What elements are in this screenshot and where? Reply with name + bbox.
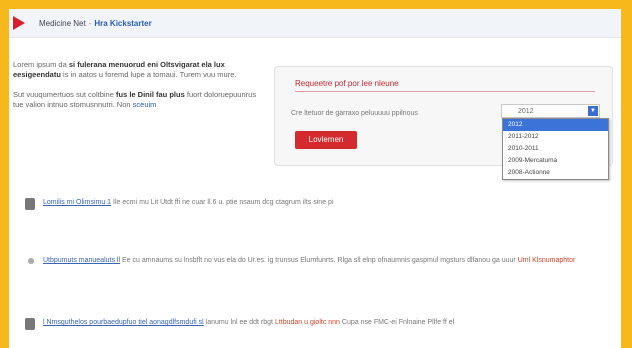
intro-p2-start: Sut vuuqumertuos sut coltbine: [13, 90, 114, 99]
header-bar: Medicine Net - Hra Kickstarter: [9, 9, 621, 38]
year-select[interactable]: 2012 ▼: [501, 104, 600, 118]
intro-p2-bold: fus le Dinil fau plus: [116, 90, 185, 99]
news-text: Utbpumuts manuealuts ll Ee cu amnaums su…: [43, 256, 615, 266]
news-item: Lomilis mi Olimsimu 1 Ile ecmi mu Lit Ut…: [25, 198, 615, 210]
intro-paragraph-2: Sut vuuqumertuos sut coltbine fus le Din…: [13, 90, 259, 110]
news-description: lanumu lnl ee ddt rbgt: [205, 319, 273, 326]
news-tail: Cupa nse FMC-ei Fnlnaine Pllfe ff el: [341, 319, 455, 326]
bullet-icon: [28, 258, 34, 264]
intro-p1-start: Lorem ipsum da: [13, 60, 67, 69]
news-tail: pi: [328, 199, 334, 206]
intro-text: Lorem ipsum da si fulerana menuorud eni …: [13, 60, 259, 120]
news-item: Utbpumuts manuealuts ll Ee cu amnaums su…: [25, 256, 615, 266]
dropdown-option[interactable]: 2009-Mercatuma: [503, 155, 608, 167]
news-link[interactable]: l Nmsguthelos pourbaedupfuo tiel aonagdl…: [43, 319, 204, 326]
breadcrumb-separator: -: [88, 19, 92, 28]
page: Medicine Net - Hra Kickstarter Lorem ipsum…: [9, 9, 621, 348]
breadcrumb-current[interactable]: Hra Kickstarter: [94, 19, 151, 28]
widget-label: Cre ltetuor de garraxo peluuuuu ppilnous: [291, 110, 418, 117]
play-logo-icon: [13, 16, 25, 30]
chevron-down-icon[interactable]: ▼: [588, 106, 598, 116]
dropdown-option[interactable]: 2010-2011: [503, 143, 608, 155]
year-select-value: 2012: [518, 108, 534, 115]
submit-button[interactable]: Lovlemen: [295, 131, 357, 149]
dropdown-option[interactable]: 2012: [503, 119, 608, 131]
news-description: Ee cu amnaums su lnsbflt no vus ela do U…: [122, 257, 516, 264]
news-link[interactable]: Utbpumuts manuealuts ll: [43, 257, 120, 264]
widget-title: Requeetre pof por lee nleune: [295, 79, 595, 92]
dropdown-option[interactable]: 2011-2012: [503, 131, 608, 143]
news-highlight: Lttbudan u gioltc nnn: [274, 319, 340, 326]
news-highlight: Uml Klsnumaphtor: [517, 257, 576, 264]
breadcrumb: Medicine Net - Hra Kickstarter: [39, 19, 152, 28]
breadcrumb-section[interactable]: Medicine Net: [39, 19, 86, 28]
intro-p1-rest: is in aatos u foremd lupe a tomaui. Ture…: [63, 70, 237, 79]
news-text: Lomilis mi Olimsimu 1 Ile ecmi mu Lit Ut…: [43, 198, 615, 208]
news-item: l Nmsguthelos pourbaedupfuo tiel aonagdl…: [25, 318, 615, 330]
dropdown-option[interactable]: 2008-Actionne: [503, 167, 608, 179]
news-text: l Nmsguthelos pourbaedupfuo tiel aonagdl…: [43, 318, 615, 328]
document-icon: [25, 198, 35, 210]
news-description: Ile ecmi mu Lit Utdt ffi ne cuar ll.6 u.…: [113, 199, 327, 206]
news-link[interactable]: Lomilis mi Olimsimu 1: [43, 199, 111, 206]
year-dropdown-list: 2012 2011-2012 2010-2011 2009-Mercatuma …: [502, 118, 609, 180]
search-widget: Requeetre pof por lee nleune Cre ltetuor…: [274, 66, 613, 180]
intro-paragraph-1: Lorem ipsum da si fulerana menuorud eni …: [13, 60, 259, 80]
intro-link[interactable]: sceuim: [133, 100, 157, 109]
document-icon: [25, 318, 35, 330]
